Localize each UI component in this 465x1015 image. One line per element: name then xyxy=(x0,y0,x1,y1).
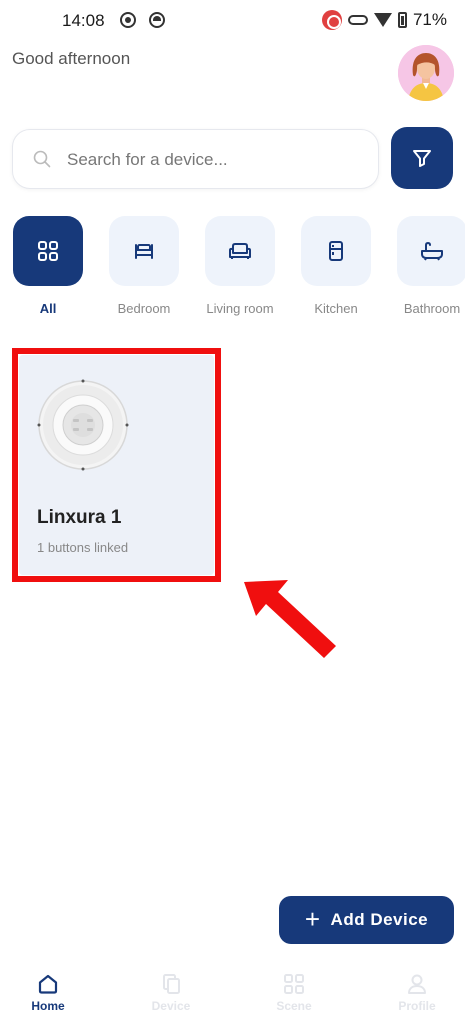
device-subtitle: 1 buttons linked xyxy=(37,540,129,555)
nav-label: Device xyxy=(151,999,191,1013)
profile-icon xyxy=(408,974,426,994)
grid-icon xyxy=(38,241,58,261)
battery-percent: 71% xyxy=(412,10,447,29)
wifi-icon xyxy=(373,13,392,27)
category-all[interactable]: All xyxy=(12,216,84,316)
nav-label: Home xyxy=(31,999,65,1013)
category-kitchen[interactable]: Kitchen xyxy=(300,216,372,316)
category-living-room[interactable]: Living room xyxy=(204,216,276,316)
filter-icon xyxy=(413,150,431,167)
category-bedroom[interactable]: Bedroom xyxy=(108,216,180,316)
search-box[interactable] xyxy=(12,129,379,189)
add-device-label: Add Device xyxy=(330,910,429,929)
status-bar: 14:08 71% xyxy=(0,0,465,40)
filter-button[interactable] xyxy=(391,127,453,189)
avatar[interactable] xyxy=(398,45,454,101)
device-image xyxy=(37,379,129,471)
scene-icon xyxy=(284,974,304,994)
category-list: All Bedroom Living room Kitchen Bathroom xyxy=(12,216,465,326)
bottom-navigation: Home Device Scene Profile xyxy=(0,960,465,1015)
category-bathroom[interactable]: Bathroom xyxy=(396,216,465,316)
status-time: 14:08 xyxy=(62,11,105,30)
cast-icon xyxy=(321,10,342,30)
device-name: Linxura 1 xyxy=(37,507,122,528)
search-input[interactable] xyxy=(67,144,367,176)
device-card[interactable]: Linxura 1 1 buttons linked xyxy=(19,355,214,575)
category-label: Bathroom xyxy=(403,301,461,316)
nav-home[interactable]: Home xyxy=(8,972,88,1013)
category-tile xyxy=(397,216,465,286)
category-tile xyxy=(13,216,83,286)
home-icon xyxy=(38,974,58,994)
category-tile xyxy=(109,216,179,286)
bed-icon xyxy=(135,244,153,259)
add-device-button[interactable]: + Add Device xyxy=(279,896,454,944)
category-label: All xyxy=(39,301,57,316)
nav-label: Scene xyxy=(276,999,312,1013)
screen-record-icon xyxy=(120,12,136,28)
category-tile xyxy=(205,216,275,286)
bathtub-icon xyxy=(421,241,443,261)
nav-profile[interactable]: Profile xyxy=(377,972,457,1013)
vpn-key-icon xyxy=(347,15,368,25)
notification-icon xyxy=(149,12,165,28)
sofa-icon xyxy=(229,243,251,259)
fridge-icon xyxy=(329,241,343,261)
nav-scene[interactable]: Scene xyxy=(254,972,334,1013)
category-tile xyxy=(301,216,371,286)
nav-device[interactable]: Device xyxy=(131,972,211,1013)
nav-label: Profile xyxy=(398,999,436,1013)
category-label: Bedroom xyxy=(117,301,171,316)
plus-icon: + xyxy=(304,903,321,934)
greeting-text: Good afternoon xyxy=(12,49,131,68)
category-label: Kitchen xyxy=(314,301,358,316)
annotation-arrow-icon xyxy=(244,580,336,658)
battery-icon xyxy=(397,12,407,28)
status-indicators: 71% xyxy=(321,10,447,30)
device-icon xyxy=(163,974,180,994)
category-label: Living room xyxy=(206,301,274,316)
user-avatar-icon xyxy=(398,45,454,101)
search-icon xyxy=(33,150,51,168)
